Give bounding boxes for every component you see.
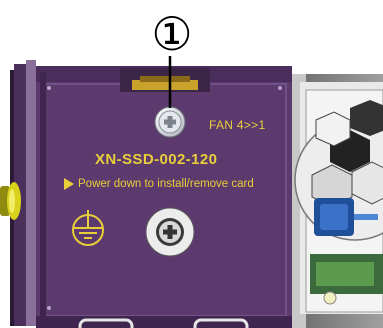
- latch-handle[interactable]: [0, 182, 21, 220]
- fan-direction-label: FAN 4>>1: [209, 118, 266, 132]
- warning-triangle-icon: [64, 178, 74, 190]
- ssd-card-panel: [36, 66, 292, 328]
- top-bracket: [120, 68, 210, 92]
- warning-line: Power down to install/remove card: [64, 178, 254, 190]
- top-thumbscrew[interactable]: [154, 106, 186, 138]
- card-model-label: XN-SSD-002-120: [95, 151, 218, 168]
- phillips-screw-icon[interactable]: [145, 207, 195, 257]
- warning-text: Power down to install/remove card: [78, 178, 254, 190]
- callout-number: ①: [151, 7, 193, 61]
